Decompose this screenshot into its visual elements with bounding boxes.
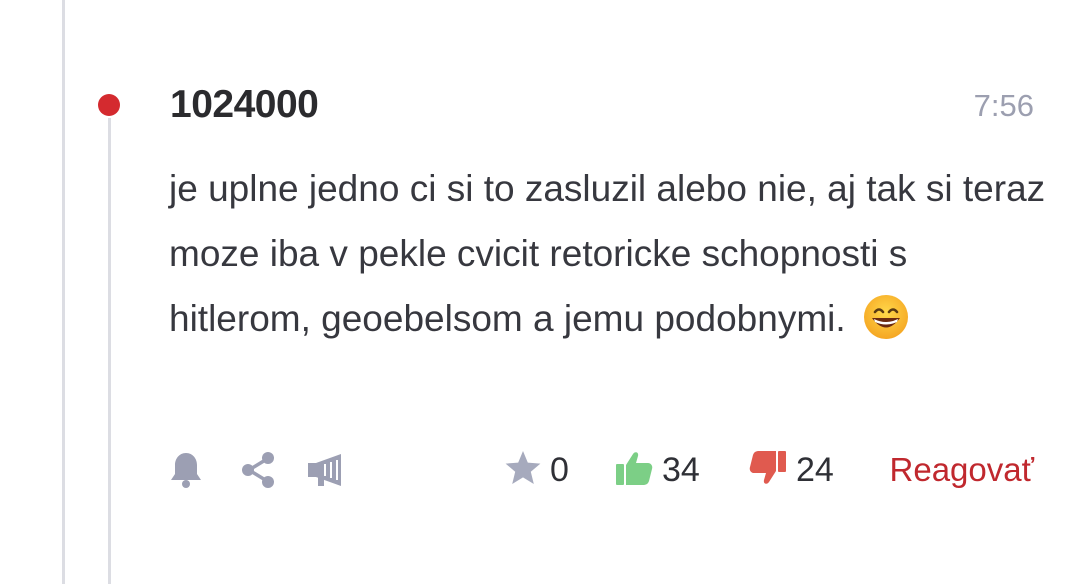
dislike-count: 24 <box>796 451 834 489</box>
star-icon <box>504 449 542 492</box>
like-button[interactable]: 34 <box>614 446 700 494</box>
favorite-button[interactable]: 0 <box>504 446 569 494</box>
megaphone-icon <box>305 450 347 490</box>
comment-text: je uplne jedno ci si to zasluzil alebo n… <box>169 168 1046 339</box>
share-icon <box>238 450 278 490</box>
reply-thread-line <box>108 118 111 584</box>
dislike-button[interactable]: 24 <box>748 446 834 494</box>
like-count: 34 <box>662 451 700 489</box>
comment-text-block: je uplne jedno ci si to zasluzil alebo n… <box>169 156 1049 351</box>
share-button[interactable] <box>236 448 280 492</box>
comment-author[interactable]: 1024000 <box>170 80 319 130</box>
star-count: 0 <box>550 451 569 489</box>
comment-time: 7:56 <box>973 88 1034 123</box>
notify-button[interactable] <box>164 448 208 492</box>
comment-thread: 1024000 7:56 je uplne jedno ci si to zas… <box>0 0 1080 584</box>
report-button[interactable] <box>304 448 348 492</box>
comment-actions: 0 34 24 Reagovať <box>0 440 1080 500</box>
thumbs-down-icon <box>748 448 788 493</box>
thumbs-up-icon <box>614 448 654 493</box>
unread-indicator-dot <box>98 94 120 116</box>
grinning-emoji-icon <box>862 293 910 341</box>
bell-icon <box>167 450 205 490</box>
reply-link[interactable]: Reagovať <box>890 446 1034 494</box>
